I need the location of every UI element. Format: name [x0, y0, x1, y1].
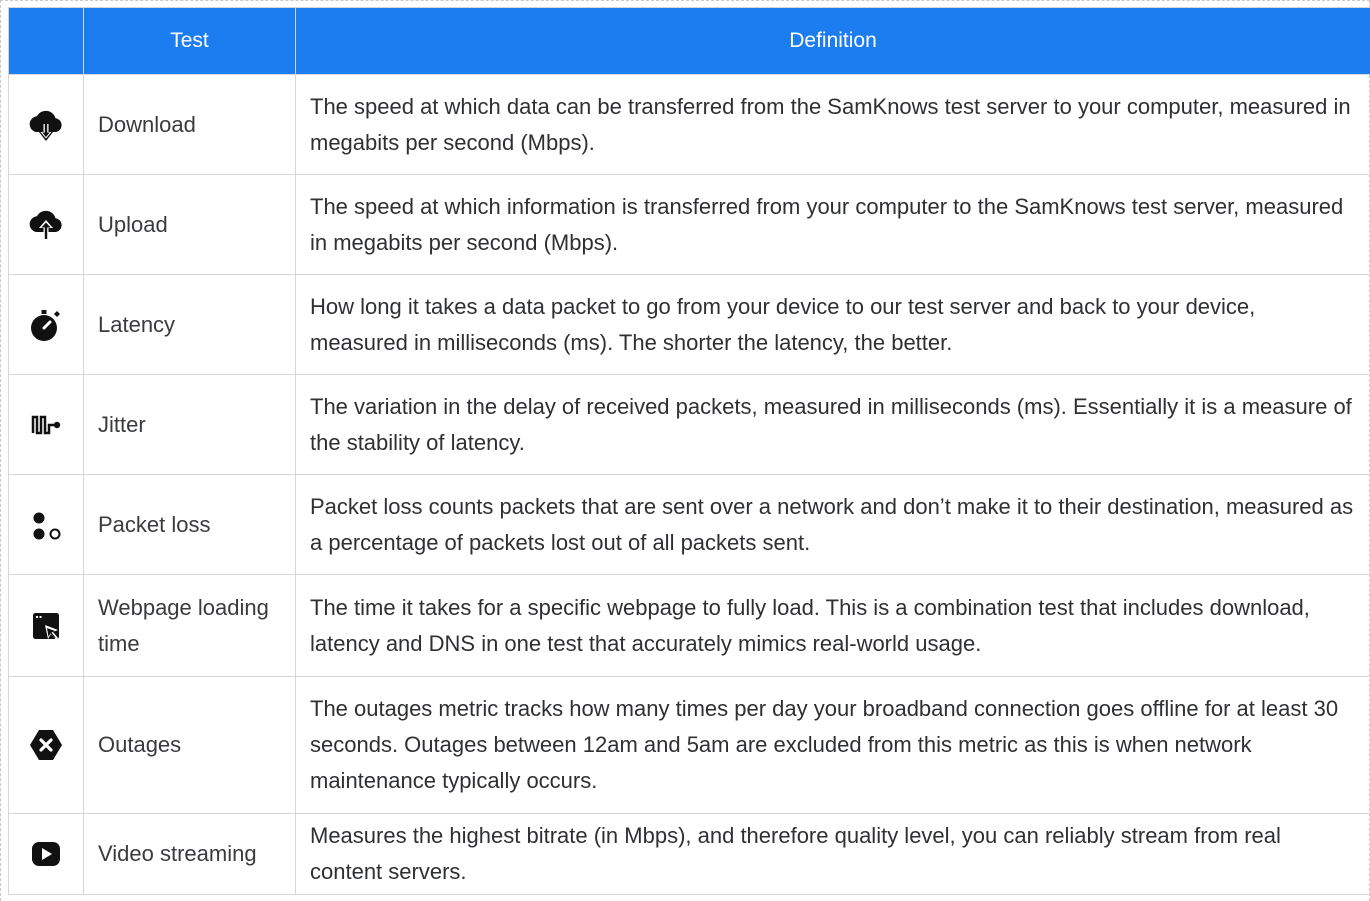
- test-name: Outages: [83, 676, 296, 814]
- packet-dots-icon: [26, 505, 66, 545]
- test-name: Packet loss: [83, 474, 296, 575]
- test-name: Upload: [83, 174, 296, 275]
- test-definition: The speed at which data can be transferr…: [295, 74, 1370, 175]
- test-name: Webpage loading time: [83, 574, 296, 677]
- cloud-upload-icon: [26, 205, 66, 245]
- tests-table: Test Definition Download The speed at wh…: [8, 7, 1370, 895]
- test-definition: The time it takes for a specific webpage…: [295, 574, 1370, 677]
- header-test: Test: [83, 7, 296, 75]
- play-button-icon: [26, 834, 66, 874]
- header-icon-column: [8, 7, 84, 75]
- jitter-wave-icon: [26, 405, 66, 445]
- hexagon-x-icon: [26, 725, 66, 765]
- cloud-download-icon: [26, 105, 66, 145]
- stopwatch-icon: [26, 305, 66, 345]
- test-name: Video streaming: [83, 813, 296, 895]
- test-name: Jitter: [83, 374, 296, 475]
- test-definition: Measures the highest bitrate (in Mbps), …: [295, 813, 1370, 895]
- table-row: Latency How long it takes a data packet …: [8, 274, 1370, 375]
- test-definition: The speed at which information is transf…: [295, 174, 1370, 275]
- browser-cursor-icon: [26, 606, 66, 646]
- page-frame: Test Definition Download The speed at wh…: [0, 0, 1370, 901]
- table-row: Download The speed at which data can be …: [8, 74, 1370, 175]
- test-name: Download: [83, 74, 296, 175]
- table-row: Outages The outages metric tracks how ma…: [8, 676, 1370, 814]
- test-definition: Packet loss counts packets that are sent…: [295, 474, 1370, 575]
- test-definition: How long it takes a data packet to go fr…: [295, 274, 1370, 375]
- table-row: Packet loss Packet loss counts packets t…: [8, 474, 1370, 575]
- table-row: Jitter The variation in the delay of rec…: [8, 374, 1370, 475]
- table-row: Upload The speed at which information is…: [8, 174, 1370, 275]
- header-definition: Definition: [295, 7, 1370, 75]
- table-header-row: Test Definition: [8, 7, 1370, 75]
- table-row: Webpage loading time The time it takes f…: [8, 574, 1370, 677]
- test-definition: The outages metric tracks how many times…: [295, 676, 1370, 814]
- test-name: Latency: [83, 274, 296, 375]
- test-definition: The variation in the delay of received p…: [295, 374, 1370, 475]
- table-row: Video streaming Measures the highest bit…: [8, 813, 1370, 895]
